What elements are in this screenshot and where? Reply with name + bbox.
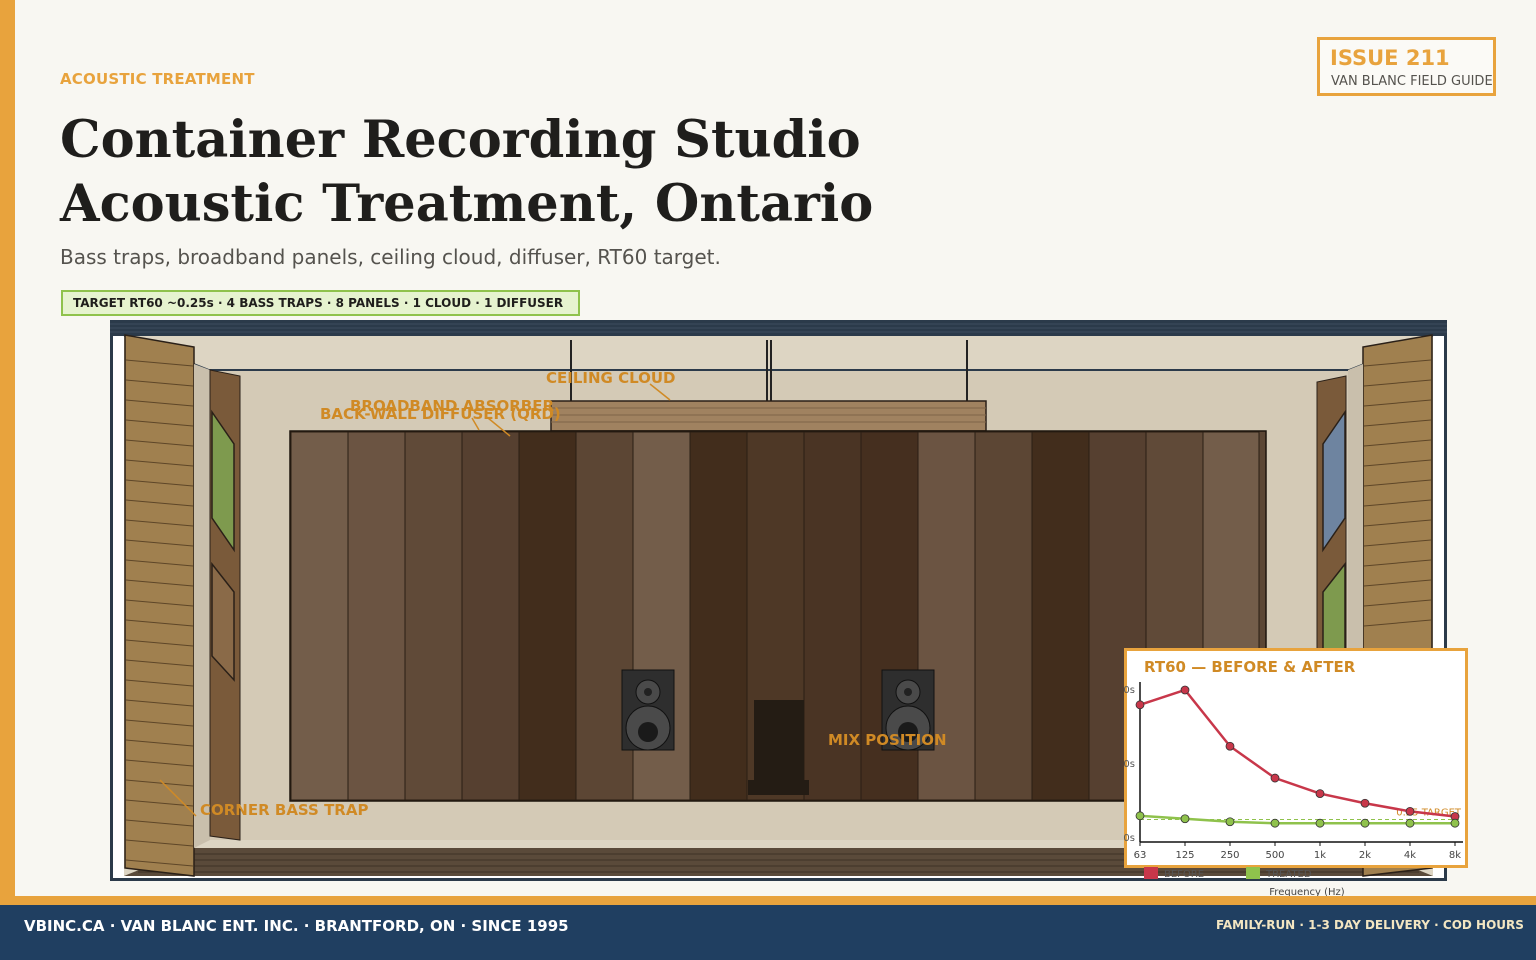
data-point-treated	[1450, 818, 1460, 828]
data-point-before	[1405, 806, 1415, 816]
rt60-chart: 0.0s1.0s2.0s631252505001k2k4k8k0.25 TARG…	[1124, 682, 1463, 898]
y-tick-label: 0.0s	[1124, 833, 1135, 844]
data-point-treated	[1270, 818, 1280, 828]
page-title: Container Recording Studio Acoustic Trea…	[60, 108, 960, 236]
data-point-before	[1180, 685, 1190, 695]
y-tick-label: 1.0s	[1124, 759, 1135, 770]
callout-corner-bass-trap: CORNER BASS TRAP	[200, 801, 369, 819]
page-title-line-1: Container Recording Studio	[60, 110, 861, 170]
legend-swatch-before	[1144, 867, 1158, 879]
issue-guide-name: VAN BLANC FIELD GUIDE	[1331, 74, 1493, 89]
y-tick-label: 2.0s	[1124, 685, 1135, 696]
issue-badge: ISSUE 211 VAN BLANC FIELD GUIDE	[1317, 37, 1496, 96]
issue-number: ISSUE 211	[1330, 46, 1450, 70]
series-line-before	[1139, 688, 1456, 818]
page-subtitle: Bass traps, broadband panels, ceiling cl…	[60, 245, 721, 269]
legend-label-treated: TREATED	[1265, 869, 1312, 880]
data-point-before	[1225, 741, 1235, 751]
section-eyebrow: ACOUSTIC TREATMENT	[60, 70, 255, 88]
site-footer: VBINC.CA · VAN BLANC ENT. INC. · BRANTFO…	[0, 905, 1536, 960]
data-point-treated	[1360, 818, 1370, 828]
data-point-treated	[1405, 818, 1415, 828]
callout-ceiling-cloud: CEILING CLOUD	[546, 369, 676, 387]
x-tick-label: 63	[1134, 850, 1147, 861]
legend-label-before: BEFORE	[1164, 869, 1204, 880]
data-point-treated	[1225, 817, 1235, 827]
x-tick-label: 2k	[1359, 850, 1371, 861]
footer-company-info: VBINC.CA · VAN BLANC ENT. INC. · BRANTFO…	[24, 917, 569, 935]
rt60-chart-panel: RT60 — BEFORE & AFTER 0.0s1.0s2.0s631252…	[1124, 648, 1468, 898]
x-tick-label: 250	[1220, 850, 1239, 861]
spec-pill: TARGET RT60 ~0.25s · 4 BASS TRAPS · 8 PA…	[61, 290, 580, 316]
data-point-before	[1315, 789, 1325, 799]
x-tick-label: 8k	[1449, 850, 1461, 861]
callout-back-wall-diffuser: BACK-WALL DIFFUSER (QRD)	[320, 405, 561, 423]
callout-mix-position: MIX POSITION	[828, 731, 947, 749]
footer-accent-strip	[0, 896, 1536, 905]
x-tick-label: 4k	[1404, 850, 1416, 861]
data-point-treated	[1180, 814, 1190, 824]
data-point-before	[1135, 700, 1145, 710]
left-monitor-speaker	[621, 669, 675, 751]
data-point-treated	[1315, 818, 1325, 828]
data-point-before	[1360, 798, 1370, 808]
page-title-line-2: Acoustic Treatment, Ontario	[60, 174, 874, 234]
x-tick-label: 1k	[1314, 850, 1326, 861]
footer-taglines: FAMILY-RUN · 1-3 DAY DELIVERY · COD HOUR…	[1216, 918, 1524, 932]
legend-swatch-treated	[1246, 867, 1260, 879]
left-accent-bar	[0, 0, 15, 897]
data-point-treated	[1135, 811, 1145, 821]
x-tick-label: 500	[1265, 850, 1284, 861]
x-tick-label: 125	[1175, 850, 1194, 861]
data-point-before	[1270, 773, 1280, 783]
